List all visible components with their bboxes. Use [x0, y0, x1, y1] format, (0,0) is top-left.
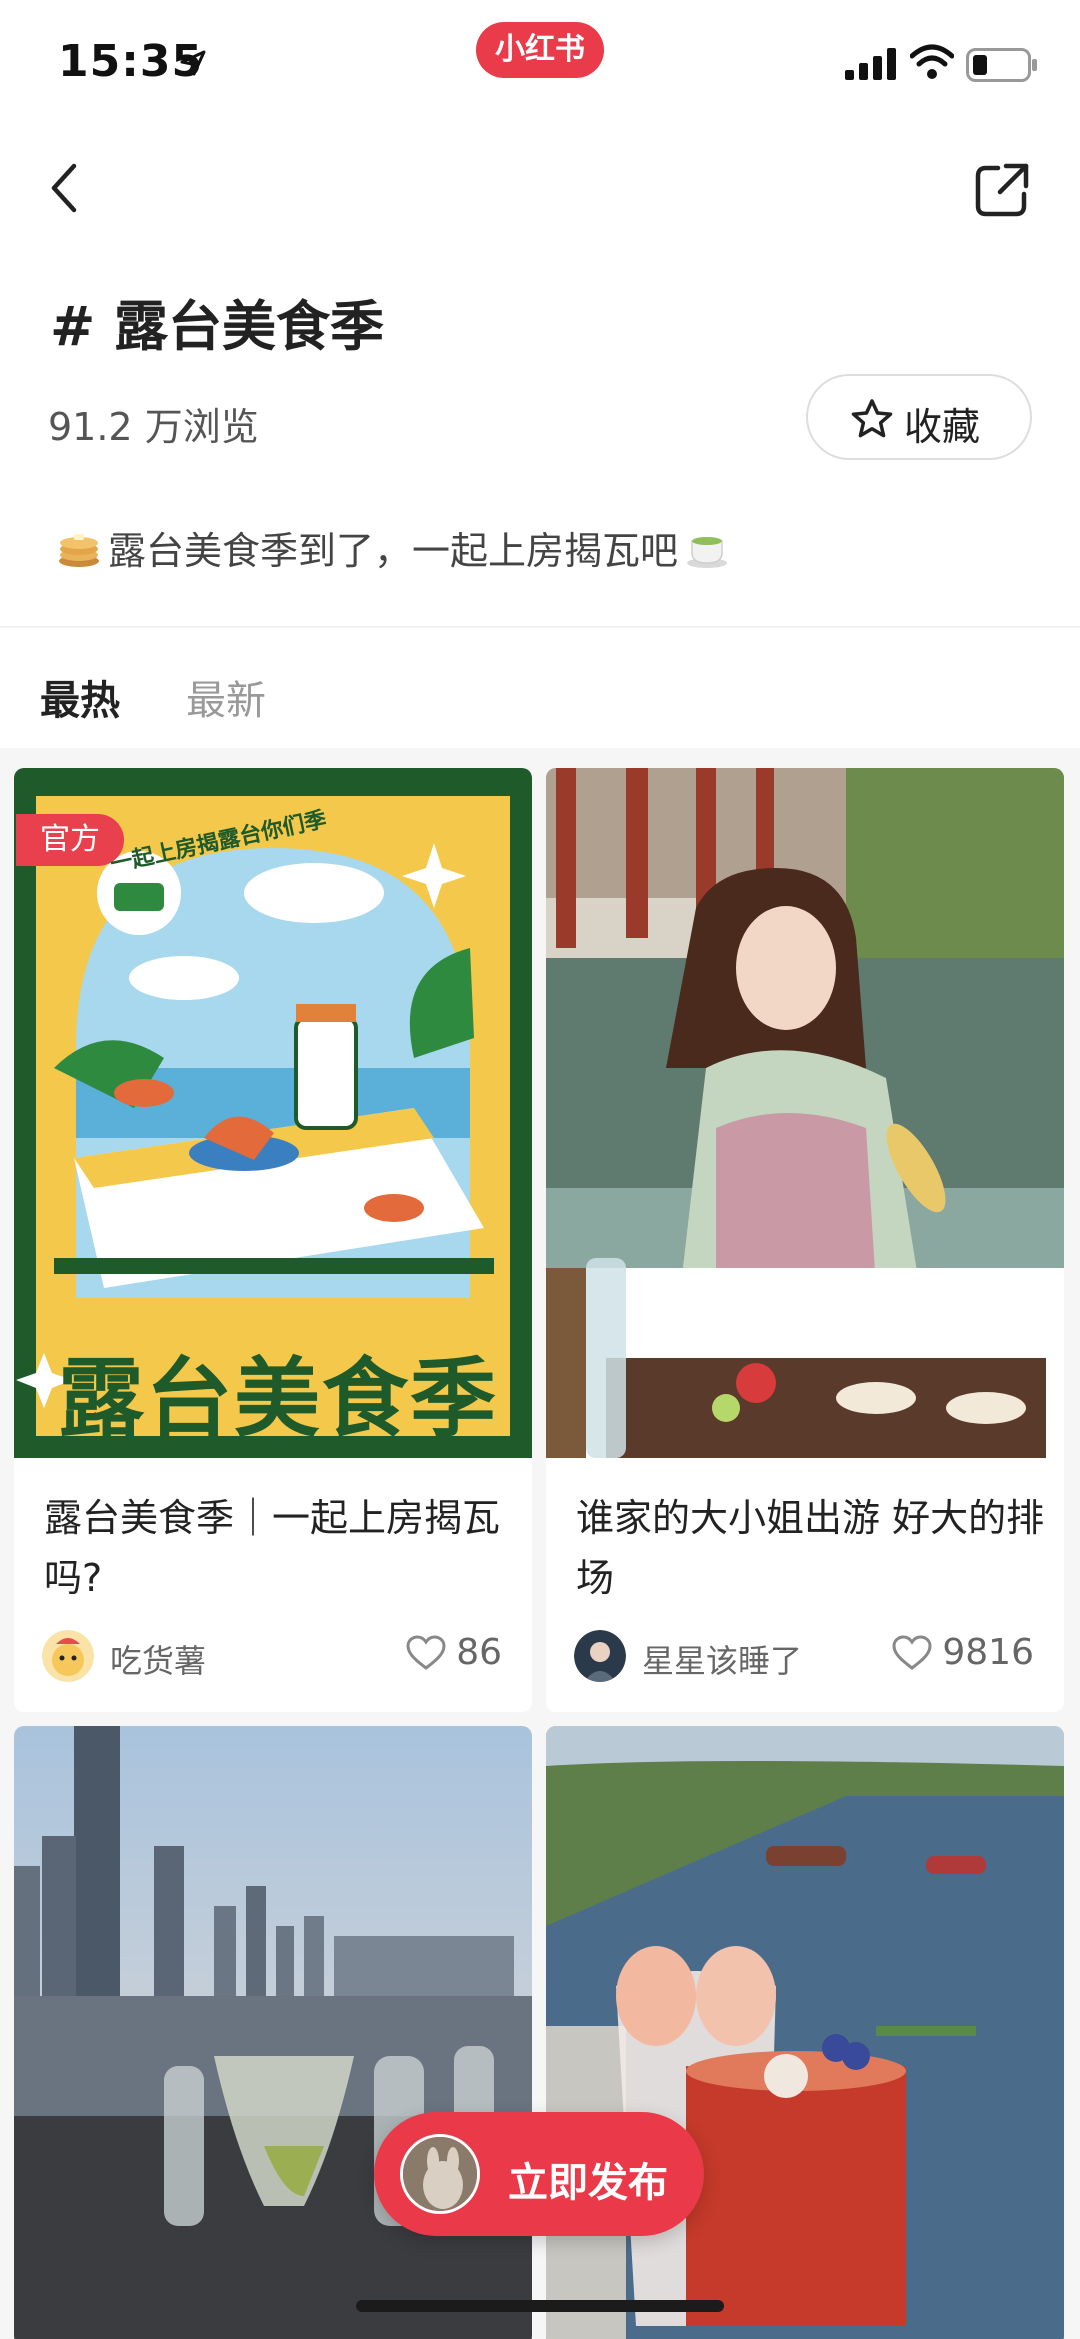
- battery-icon: [966, 48, 1037, 82]
- publish-button[interactable]: 立即发布: [374, 2112, 704, 2236]
- topic-title: # 露台美食季: [50, 295, 385, 358]
- wifi-icon: [910, 44, 954, 79]
- user-avatar: [400, 2134, 480, 2214]
- status-bar: 15:35 小红书: [0, 0, 1080, 130]
- back-icon[interactable]: [40, 160, 96, 216]
- like-button[interactable]: 9816: [892, 1632, 1034, 1673]
- pancake-icon: [59, 533, 99, 567]
- avatar: [42, 1630, 94, 1682]
- like-button[interactable]: 86: [406, 1632, 502, 1673]
- location-arrow-icon: [180, 50, 206, 76]
- note-title: 谁家的大小姐出游 好大的排场: [576, 1496, 1045, 1600]
- tab-new[interactable]: 最新: [186, 668, 266, 726]
- official-badge: 官方: [16, 814, 124, 866]
- star-icon: [851, 399, 893, 438]
- favorite-button[interactable]: 收藏: [806, 374, 1032, 460]
- favorite-label: 收藏: [904, 405, 981, 449]
- avatar: [574, 1630, 626, 1682]
- note-card[interactable]: 官方 一起上房揭露台你们季 露台美食季 露台美食季｜一起上房揭瓦吗? 吃货薯 8…: [14, 768, 532, 1712]
- note-cover-image: [546, 768, 1064, 1458]
- note-title: 露台美食季｜一起上房揭瓦吗?: [44, 1496, 501, 1600]
- description-text: 露台美食季到了，一起上房揭瓦吧: [108, 529, 679, 573]
- divider: [0, 626, 1080, 628]
- like-count: 9816: [942, 1632, 1034, 1673]
- topic-description: 露台美食季到了，一起上房揭瓦吧: [50, 520, 736, 575]
- cellular-signal-icon: [845, 48, 896, 80]
- tab-hot[interactable]: 最热: [40, 668, 120, 726]
- like-count: 86: [456, 1632, 502, 1673]
- note-cover-image: [14, 1726, 532, 2339]
- view-count: 91.2 万浏览: [48, 405, 259, 449]
- poster-title: 露台美食季: [58, 1349, 498, 1449]
- app-badge: 小红书: [476, 22, 604, 78]
- author-name[interactable]: 吃货薯: [110, 1636, 206, 1682]
- home-indicator[interactable]: [356, 2300, 724, 2312]
- note-card[interactable]: 谁家的大小姐出游 好大的排场 星星该睡了 9816: [546, 768, 1064, 1712]
- heart-icon: [892, 1634, 932, 1670]
- publish-label: 立即发布: [508, 2160, 668, 2206]
- author-name[interactable]: 星星该睡了: [642, 1636, 802, 1682]
- tea-cup-icon: [687, 536, 728, 568]
- note-cover-image: [546, 1726, 1064, 2339]
- note-card[interactable]: [546, 1726, 1064, 2339]
- note-card[interactable]: [14, 1726, 532, 2339]
- heart-icon: [406, 1634, 446, 1670]
- share-icon[interactable]: [972, 160, 1032, 220]
